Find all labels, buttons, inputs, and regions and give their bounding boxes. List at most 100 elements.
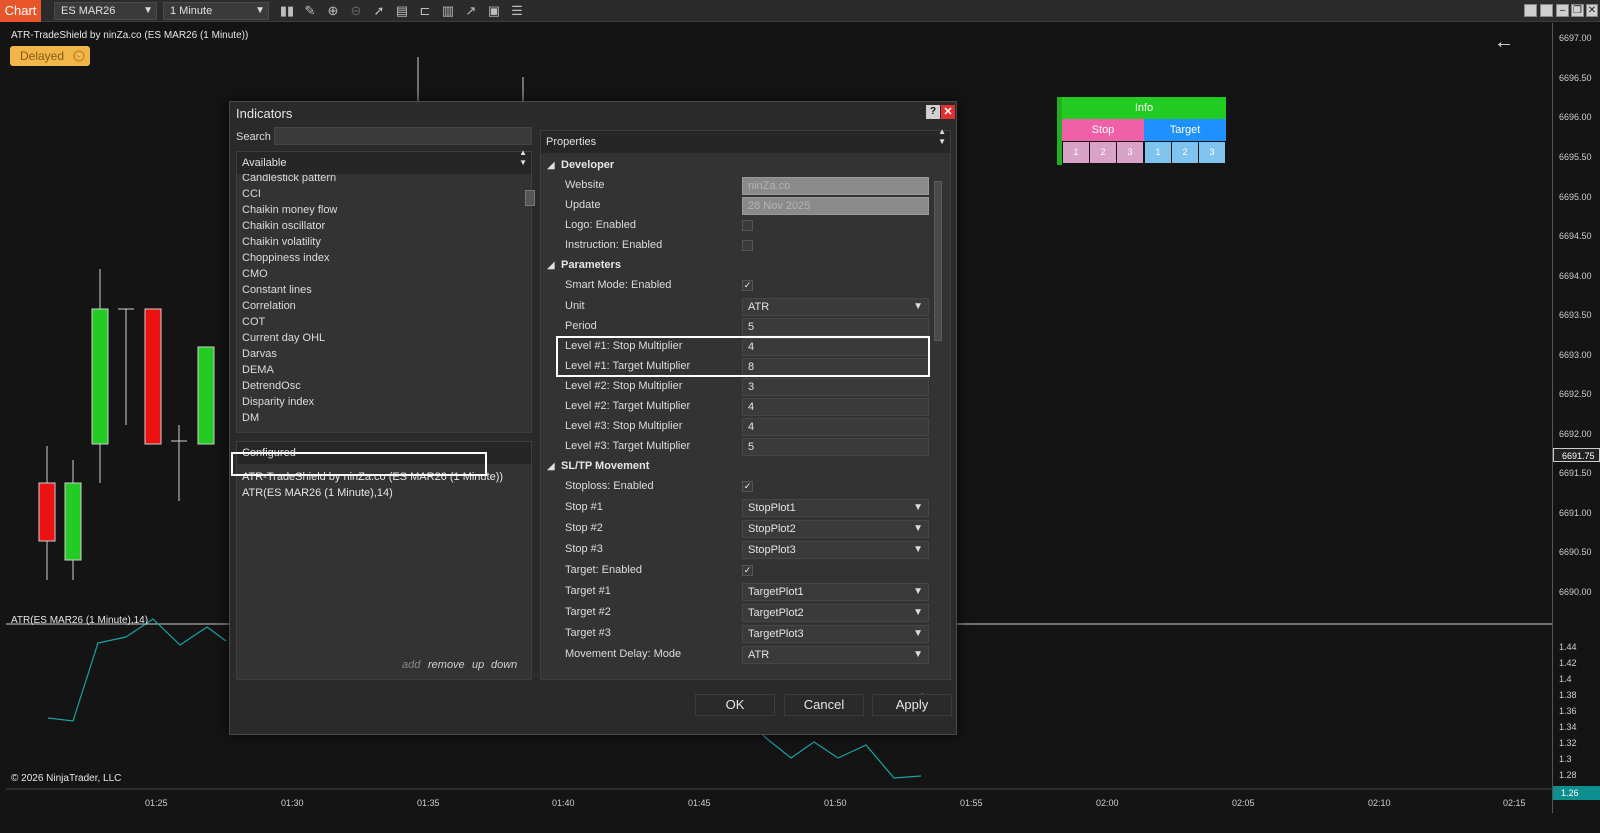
indicators-icon[interactable]: ▥	[440, 3, 456, 19]
category-parameters[interactable]: ◢ Parameters	[541, 256, 931, 276]
ok-button[interactable]: OK	[695, 694, 775, 716]
list-item[interactable]: Chaikin money flow	[242, 202, 517, 218]
prop-target-3: Target #3 TargetPlot3 ▼	[541, 624, 931, 644]
list-item[interactable]: Darvas	[242, 346, 517, 362]
category-sltp-movement[interactable]: ◢ SL/TP Movement	[541, 457, 931, 477]
stop-3-select[interactable]: StopPlot3 ▼	[742, 541, 929, 559]
prop-label: Instruction: Enabled	[565, 239, 663, 251]
bar-type-icon[interactable]: ▮▮	[279, 3, 295, 19]
available-header: Available ▲ ▼	[237, 148, 531, 174]
list-item[interactable]: Current day OHL	[242, 330, 517, 346]
pointer-icon[interactable]: ➚	[371, 3, 387, 19]
draw-tool-icon[interactable]: ✎	[302, 3, 318, 19]
layout-alt-icon[interactable]	[1540, 4, 1553, 17]
chart-tab[interactable]: Chart	[0, 0, 41, 22]
l3-target-field[interactable]: 5	[742, 438, 929, 456]
prop-target-enabled: Target: Enabled ✓	[541, 561, 931, 581]
instrument-selector[interactable]: ES MAR26 ▼	[54, 2, 157, 20]
time-tick: 01:45	[688, 798, 711, 808]
smart-mode-checkbox[interactable]: ✓	[742, 280, 753, 291]
list-item[interactable]: Chaikin oscillator	[242, 218, 517, 234]
stop-1-select[interactable]: StopPlot1 ▼	[742, 499, 929, 517]
remove-button[interactable]: remove	[428, 659, 465, 671]
info-target-header[interactable]: Target	[1144, 119, 1226, 141]
info-header[interactable]: Info	[1062, 97, 1226, 119]
logo-checkbox[interactable]	[742, 220, 753, 231]
list-item[interactable]: DetrendOsc	[242, 378, 517, 394]
list-icon[interactable]: ☰	[509, 3, 525, 19]
instruction-checkbox[interactable]	[742, 240, 753, 251]
prop-stop-3: Stop #3 StopPlot3 ▼	[541, 540, 931, 560]
arrow-left-icon[interactable]: ←	[1494, 31, 1514, 54]
properties-icon[interactable]: ▣	[486, 3, 502, 19]
chart-trader-icon[interactable]: ⊏	[417, 3, 433, 19]
movement-delay-select[interactable]: ATR ▼	[742, 646, 929, 664]
add-button[interactable]: add	[402, 659, 420, 671]
interval-selector[interactable]: 1 Minute ▼	[163, 2, 269, 20]
atr-tick: 1.34	[1559, 722, 1577, 732]
target-level-3[interactable]: 3	[1199, 142, 1225, 163]
help-icon[interactable]: ?	[926, 105, 940, 119]
data-box-icon[interactable]: ▤	[394, 3, 410, 19]
sort-arrows-icon[interactable]: ▲ ▼	[938, 127, 946, 147]
l3-stop-field[interactable]: 4	[742, 418, 929, 436]
list-item[interactable]: Constant lines	[242, 282, 517, 298]
target-level-1[interactable]: 1	[1145, 142, 1171, 163]
cancel-button[interactable]: Cancel	[784, 694, 864, 716]
properties-scrollbar[interactable]	[934, 181, 942, 341]
price-tick: 6691.50	[1559, 468, 1592, 478]
list-item[interactable]: Choppiness index	[242, 250, 517, 266]
price-axis[interactable]: 6697.00 6696.50 6696.00 6695.50 6695.00 …	[1552, 23, 1600, 813]
configured-item-atr[interactable]: ATR(ES MAR26 (1 Minute),14)	[242, 485, 393, 501]
collapse-triangle-icon: ◢	[547, 160, 555, 171]
list-item[interactable]: Chaikin volatility	[242, 234, 517, 250]
website-field: ninZa.co	[742, 177, 929, 195]
stop-2-select[interactable]: StopPlot2 ▼	[742, 520, 929, 538]
close-window-icon[interactable]: ✕	[1586, 4, 1598, 17]
search-label: Search	[236, 131, 271, 143]
zoom-out-icon[interactable]: ⊖	[348, 3, 364, 19]
stop-level-3[interactable]: 3	[1117, 142, 1143, 163]
time-tick: 02:15	[1503, 798, 1526, 808]
delayed-badge[interactable]: Delayed ◷	[10, 46, 90, 66]
prop-label: Stop #2	[565, 522, 603, 534]
restore-icon[interactable]: ❐	[1571, 4, 1584, 17]
list-item[interactable]: DEMA	[242, 362, 517, 378]
list-item[interactable]: Correlation	[242, 298, 517, 314]
available-scrollbar[interactable]	[525, 190, 535, 206]
unit-select[interactable]: ATR ▼	[742, 298, 929, 316]
prop-label: Smart Mode: Enabled	[565, 279, 672, 291]
period-field[interactable]: 5	[742, 318, 929, 336]
search-input[interactable]	[274, 127, 532, 145]
stop-level-1[interactable]: 1	[1063, 142, 1089, 163]
close-icon[interactable]: ✕	[941, 105, 955, 119]
target-1-value: TargetPlot1	[748, 586, 804, 598]
list-item[interactable]: Disparity index	[242, 394, 517, 410]
l2-stop-field[interactable]: 3	[742, 378, 929, 396]
layout-icon[interactable]	[1524, 4, 1537, 17]
prop-label: Level #3: Target Multiplier	[565, 440, 691, 452]
apply-button[interactable]: Apply	[872, 694, 952, 716]
list-item[interactable]: CMO	[242, 266, 517, 282]
minimize-icon[interactable]: –	[1556, 4, 1569, 17]
target-3-select[interactable]: TargetPlot3 ▼	[742, 625, 929, 643]
strategies-icon[interactable]: ↗	[463, 3, 479, 19]
list-item[interactable]: CCI	[242, 186, 517, 202]
list-item[interactable]: Candlestick pattern	[242, 174, 517, 186]
target-checkbox[interactable]: ✓	[742, 565, 753, 576]
list-item[interactable]: COT	[242, 314, 517, 330]
l2-target-field[interactable]: 4	[742, 398, 929, 416]
stoploss-checkbox[interactable]: ✓	[742, 481, 753, 492]
up-button[interactable]: up	[472, 659, 484, 671]
stop-level-2[interactable]: 2	[1090, 142, 1116, 163]
target-1-select[interactable]: TargetPlot1 ▼	[742, 583, 929, 601]
target-level-2[interactable]: 2	[1172, 142, 1198, 163]
zoom-in-icon[interactable]: ⊕	[325, 3, 341, 19]
down-button[interactable]: down	[491, 659, 517, 671]
target-2-select[interactable]: TargetPlot2 ▼	[742, 604, 929, 622]
info-stop-header[interactable]: Stop	[1062, 119, 1144, 141]
list-item[interactable]: DM	[242, 410, 517, 426]
prop-logo: Logo: Enabled	[541, 216, 931, 236]
sort-arrows-icon[interactable]: ▲ ▼	[519, 148, 527, 168]
category-developer[interactable]: ◢ Developer	[541, 156, 931, 176]
